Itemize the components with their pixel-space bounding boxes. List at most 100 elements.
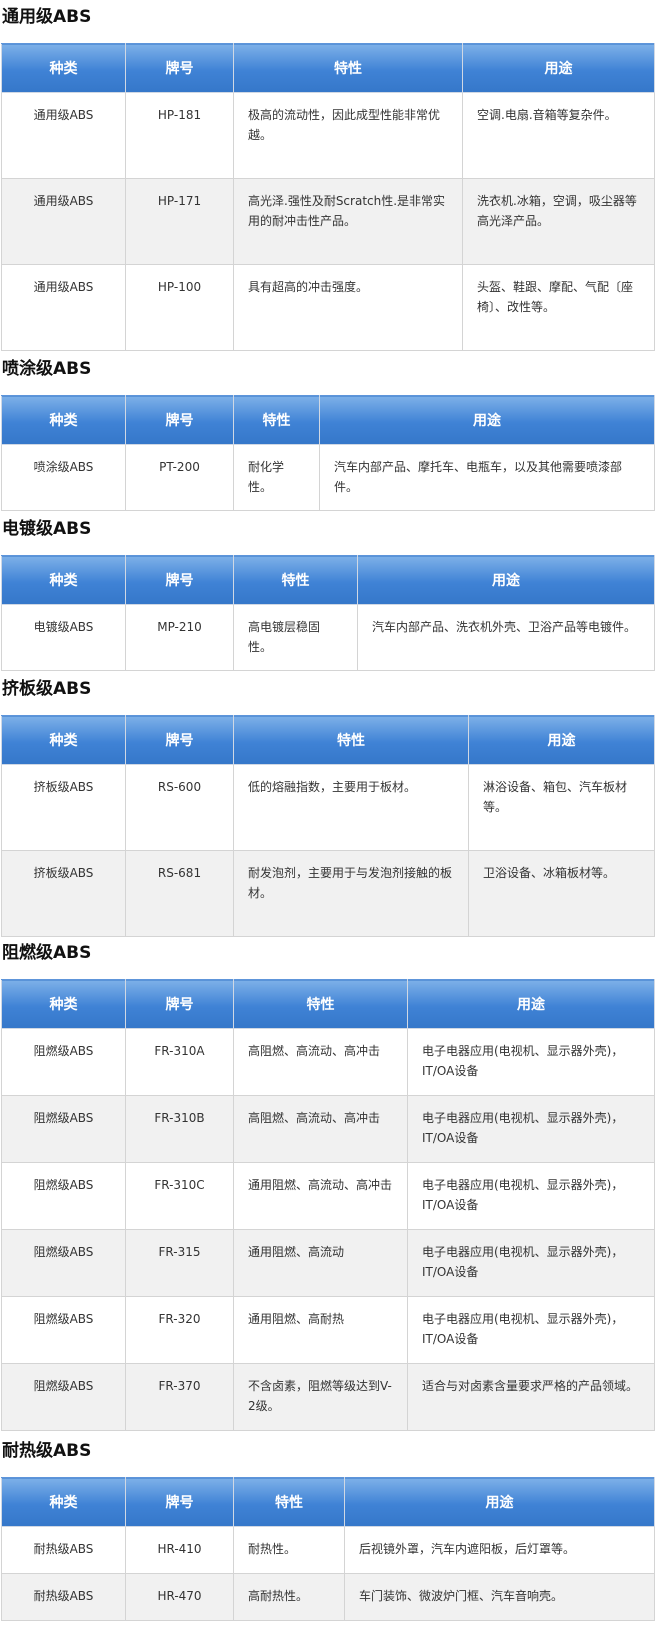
table-row: 通用级ABS HP-171 高光泽.强性及耐Scratch性.是非常实用的耐冲击性产…	[1, 178, 655, 265]
cell-kind: 耐热级ABS	[1, 1526, 126, 1574]
table-row: 通用级ABS HP-100 具有超高的冲击强度。 头盔、鞋跟、摩配、气配〔座椅〕、改性…	[1, 264, 655, 351]
cell-property: 具有超高的冲击强度。	[233, 264, 463, 351]
column-header-property: 特性	[233, 395, 320, 445]
column-header-grade: 牌号	[125, 43, 234, 93]
cell-use: 电子电器应用(电视机、显示器外壳)，IT/OA设备	[407, 1028, 655, 1096]
cell-grade: HP-100	[125, 264, 234, 351]
column-header-grade: 牌号	[125, 395, 234, 445]
column-header-grade: 牌号	[125, 979, 234, 1029]
cell-use: 电子电器应用(电视机、显示器外壳)，IT/OA设备	[407, 1296, 655, 1364]
table-row: 耐热级ABS HR-470 高耐热性。 车门装饰、微波炉门框、汽车音响壳。	[1, 1573, 655, 1621]
cell-grade: FR-310A	[125, 1028, 234, 1096]
table-header-row: 种类 牌号 特性 用途	[1, 555, 655, 605]
section-title: 喷涂级ABS	[2, 359, 92, 379]
column-header-kind: 种类	[1, 555, 126, 605]
column-header-use: 用途	[468, 715, 655, 765]
cell-kind: 阻燃级ABS	[1, 1363, 126, 1431]
table-header-row: 种类 牌号 特性 用途	[1, 395, 655, 445]
table-row: 阻燃级ABS FR-310C 通用阻燃、高流动、高冲击 电子电器应用(电视机、显示器外…	[1, 1162, 655, 1230]
table-header-row: 种类 牌号 特性 用途	[1, 43, 655, 93]
cell-kind: 阻燃级ABS	[1, 1296, 126, 1364]
cell-use: 后视镜外罩，汽车内遮阳板，后灯罩等。	[344, 1526, 655, 1574]
column-header-kind: 种类	[1, 395, 126, 445]
cell-kind: 电镀级ABS	[1, 604, 126, 671]
cell-kind: 通用级ABS	[1, 92, 126, 179]
column-header-kind: 种类	[1, 979, 126, 1029]
table-row: 阻燃级ABS FR-310B 高阻燃、高流动、高冲击 电子电器应用(电视机、显示器外壳…	[1, 1095, 655, 1163]
column-header-grade: 牌号	[125, 1477, 234, 1527]
cell-property: 高电镀层稳固性。	[233, 604, 358, 671]
column-header-kind: 种类	[1, 715, 126, 765]
cell-property: 不含卤素，阻燃等级达到V-2级。	[233, 1363, 408, 1431]
cell-grade: FR-310C	[125, 1162, 234, 1230]
column-header-property: 特性	[233, 1477, 345, 1527]
column-header-grade: 牌号	[125, 555, 234, 605]
cell-property: 高阻燃、高流动、高冲击	[233, 1028, 408, 1096]
cell-kind: 阻燃级ABS	[1, 1162, 126, 1230]
cell-property: 通用阻燃、高流动	[233, 1229, 408, 1297]
cell-property: 耐发泡剂，主要用于与发泡剂接触的板材。	[233, 850, 469, 937]
column-header-use: 用途	[319, 395, 655, 445]
table-row: 通用级ABS HP-181 极高的流动性，因此成型性能非常优越。 空调.电扇.音箱等复…	[1, 92, 655, 179]
cell-property: 耐热性。	[233, 1526, 345, 1574]
cell-kind: 通用级ABS	[1, 264, 126, 351]
column-header-property: 特性	[233, 715, 469, 765]
cell-property: 通用阻燃、高耐热	[233, 1296, 408, 1364]
cell-property: 低的熔融指数，主要用于板材。	[233, 764, 469, 851]
cell-grade: HP-181	[125, 92, 234, 179]
cell-property: 极高的流动性，因此成型性能非常优越。	[233, 92, 463, 179]
spec-table: 种类 牌号 特性 用途 挤板级ABS RS-600 低的熔融指数，主要用于板材。 淋浴设备、箱…	[1, 715, 655, 937]
cell-grade: HP-171	[125, 178, 234, 265]
cell-kind: 喷涂级ABS	[1, 444, 126, 511]
cell-property: 高耐热性。	[233, 1573, 345, 1621]
cell-use: 电子电器应用(电视机、显示器外壳)，IT/OA设备	[407, 1162, 655, 1230]
section-title: 耐热级ABS	[2, 1441, 92, 1461]
section-title: 阻燃级ABS	[2, 943, 92, 963]
table-row: 挤板级ABS RS-681 耐发泡剂，主要用于与发泡剂接触的板材。 卫浴设备、冰箱板材…	[1, 850, 655, 937]
column-header-property: 特性	[233, 979, 408, 1029]
table-header-row: 种类 牌号 特性 用途	[1, 1477, 655, 1527]
table-row: 喷涂级ABS PT-200 耐化学性。 汽车内部产品、摩托车、电瓶车，以及其他需要喷漆…	[1, 444, 655, 511]
cell-grade: FR-370	[125, 1363, 234, 1431]
table-row: 阻燃级ABS FR-310A 高阻燃、高流动、高冲击 电子电器应用(电视机、显示器外壳…	[1, 1028, 655, 1096]
table-row: 耐热级ABS HR-410 耐热性。 后视镜外罩，汽车内遮阳板，后灯罩等。	[1, 1526, 655, 1574]
cell-use: 电子电器应用(电视机、显示器外壳)，IT/OA设备	[407, 1095, 655, 1163]
table-row: 挤板级ABS RS-600 低的熔融指数，主要用于板材。 淋浴设备、箱包、汽车板材等。	[1, 764, 655, 851]
table-header-row: 种类 牌号 特性 用途	[1, 979, 655, 1029]
column-header-kind: 种类	[1, 1477, 126, 1527]
cell-use: 车门装饰、微波炉门框、汽车音响壳。	[344, 1573, 655, 1621]
column-header-use: 用途	[462, 43, 655, 93]
spec-table: 种类 牌号 特性 用途 阻燃级ABS FR-310A 高阻燃、高流动、高冲击 电子电器应用(电…	[1, 979, 655, 1431]
spec-table: 种类 牌号 特性 用途 喷涂级ABS PT-200 耐化学性。 汽车内部产品、摩托车、电瓶车，…	[1, 395, 655, 511]
section-title: 电镀级ABS	[2, 519, 92, 539]
cell-property: 耐化学性。	[233, 444, 320, 511]
cell-kind: 耐热级ABS	[1, 1573, 126, 1621]
cell-property: 高光泽.强性及耐Scratch性.是非常实用的耐冲击性产品。	[233, 178, 463, 265]
spec-table: 种类 牌号 特性 用途 通用级ABS HP-181 极高的流动性，因此成型性能非常优越。 空调…	[1, 43, 655, 351]
cell-use: 洗衣机.冰箱，空调，吸尘器等高光泽产品。	[462, 178, 655, 265]
cell-property: 高阻燃、高流动、高冲击	[233, 1095, 408, 1163]
column-header-property: 特性	[233, 43, 463, 93]
column-header-grade: 牌号	[125, 715, 234, 765]
cell-grade: RS-681	[125, 850, 234, 937]
cell-use: 淋浴设备、箱包、汽车板材等。	[468, 764, 655, 851]
cell-use: 汽车内部产品、洗衣机外壳、卫浴产品等电镀件。	[357, 604, 655, 671]
cell-grade: FR-320	[125, 1296, 234, 1364]
column-header-use: 用途	[407, 979, 655, 1029]
cell-kind: 阻燃级ABS	[1, 1028, 126, 1096]
table-row: 阻燃级ABS FR-320 通用阻燃、高耐热 电子电器应用(电视机、显示器外壳)，IT…	[1, 1296, 655, 1364]
column-header-property: 特性	[233, 555, 358, 605]
spec-table: 种类 牌号 特性 用途 电镀级ABS MP-210 高电镀层稳固性。 汽车内部产品、洗衣机外壳…	[1, 555, 655, 671]
cell-kind: 阻燃级ABS	[1, 1229, 126, 1297]
column-header-kind: 种类	[1, 43, 126, 93]
cell-kind: 阻燃级ABS	[1, 1095, 126, 1163]
section-title: 挤板级ABS	[2, 679, 92, 699]
cell-kind: 通用级ABS	[1, 178, 126, 265]
spec-table: 种类 牌号 特性 用途 耐热级ABS HR-410 耐热性。 后视镜外罩，汽车内遮阳板，后灯罩…	[1, 1477, 655, 1621]
table-row: 阻燃级ABS FR-370 不含卤素，阻燃等级达到V-2级。 适合与对卤素含量要求严格…	[1, 1363, 655, 1431]
cell-use: 适合与对卤素含量要求严格的产品领域。	[407, 1363, 655, 1431]
column-header-use: 用途	[344, 1477, 655, 1527]
cell-grade: FR-310B	[125, 1095, 234, 1163]
cell-kind: 挤板级ABS	[1, 764, 126, 851]
cell-grade: MP-210	[125, 604, 234, 671]
